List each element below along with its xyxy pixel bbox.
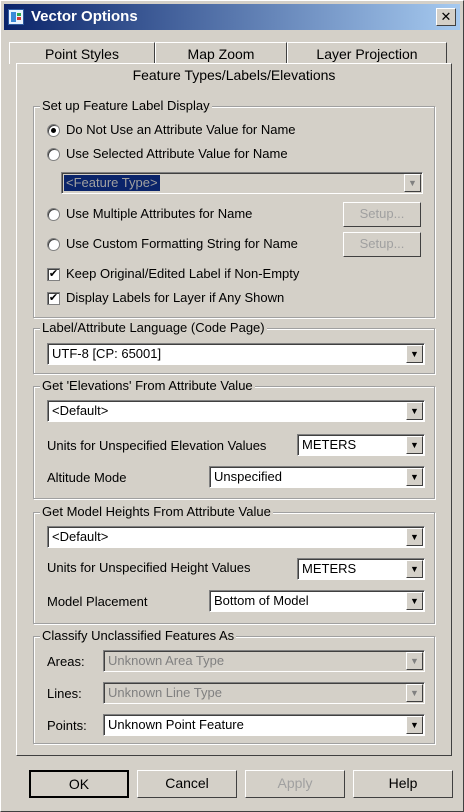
label-attribute-combo[interactable]: <Feature Type> ▼ (61, 172, 423, 194)
radio-multiple-attributes-label: Use Multiple Attributes for Name (66, 206, 253, 221)
tab-point-styles[interactable]: Point Styles (9, 42, 155, 64)
radio-custom-format-label: Use Custom Formatting String for Name (66, 236, 298, 251)
chevron-down-icon[interactable]: ▼ (406, 716, 423, 734)
elevation-attribute-select[interactable]: <Default> ▼ (47, 400, 425, 422)
model-heights-group-title: Get Model Heights From Attribute Value (40, 504, 273, 520)
model-placement-value: Bottom of Model (214, 593, 309, 608)
model-height-attribute-value: <Default> (52, 529, 109, 544)
language-group-title: Label/Attribute Language (Code Page) (40, 320, 267, 336)
setup-multiple-button[interactable]: Setup... (343, 202, 421, 227)
title-bar[interactable]: Vector Options ✕ (4, 4, 460, 30)
close-button[interactable]: ✕ (436, 8, 456, 26)
model-placement-select[interactable]: Bottom of Model ▼ (209, 590, 425, 612)
radio-custom-format[interactable] (47, 238, 60, 251)
setup-custom-button[interactable]: Setup... (343, 232, 421, 257)
areas-select[interactable]: Unknown Area Type ▼ (103, 650, 425, 672)
radio-no-attribute-label: Do Not Use an Attribute Value for Name (66, 122, 296, 137)
elevation-units-value: METERS (302, 437, 357, 452)
radio-multiple-attributes[interactable] (47, 208, 60, 221)
elevation-attribute-value: <Default> (52, 403, 109, 418)
chevron-down-icon[interactable]: ▼ (406, 402, 423, 420)
chevron-down-icon[interactable]: ▼ (406, 468, 423, 486)
chevron-down-icon[interactable]: ▼ (404, 174, 421, 192)
apply-button[interactable]: Apply (245, 770, 345, 798)
chevron-down-icon[interactable]: ▼ (406, 684, 423, 702)
elevation-units-select[interactable]: METERS ▼ (297, 434, 425, 456)
radio-no-attribute[interactable] (47, 124, 60, 137)
classify-group-title: Classify Unclassified Features As (40, 628, 237, 644)
app-icon (8, 9, 24, 25)
tab-feature-types-labels-elevations[interactable]: Feature Types/Labels/Elevations (16, 63, 452, 87)
points-label: Points: (47, 718, 87, 733)
points-value: Unknown Point Feature (108, 717, 244, 732)
label-display-group-title: Set up Feature Label Display (40, 98, 212, 114)
areas-label: Areas: (47, 654, 85, 669)
keep-original-label: Keep Original/Edited Label if Non-Empty (66, 266, 300, 281)
radio-selected-attribute[interactable] (47, 148, 60, 161)
altitude-mode-label: Altitude Mode (47, 470, 127, 485)
chevron-down-icon[interactable]: ▼ (406, 345, 423, 363)
tab-layer-projection[interactable]: Layer Projection (287, 42, 447, 64)
lines-select[interactable]: Unknown Line Type ▼ (103, 682, 425, 704)
altitude-mode-select[interactable]: Unspecified ▼ (209, 466, 425, 488)
label-attribute-value: <Feature Type> (64, 175, 160, 191)
cancel-button[interactable]: Cancel (137, 770, 237, 798)
model-placement-label: Model Placement (47, 594, 148, 609)
lines-label: Lines: (47, 686, 82, 701)
height-units-label: Units for Unspecified Height Values (47, 560, 251, 575)
chevron-down-icon[interactable]: ▼ (406, 592, 423, 610)
tab-map-zoom[interactable]: Map Zoom (155, 42, 287, 64)
vector-options-dialog: Vector Options ✕ Point Styles Map Zoom L… (0, 0, 464, 812)
code-page-value: UTF-8 [CP: 65001] (52, 346, 162, 361)
height-units-value: METERS (302, 561, 357, 576)
help-button[interactable]: Help (353, 770, 453, 798)
chevron-down-icon[interactable]: ▼ (406, 652, 423, 670)
altitude-mode-value: Unspecified (214, 469, 282, 484)
elevation-units-label: Units for Unspecified Elevation Values (47, 438, 267, 453)
points-select[interactable]: Unknown Point Feature ▼ (103, 714, 425, 736)
display-labels-checkbox[interactable]: ✔ (47, 292, 60, 305)
radio-selected-attribute-label: Use Selected Attribute Value for Name (66, 146, 288, 161)
display-labels-label: Display Labels for Layer if Any Shown (66, 290, 285, 305)
chevron-down-icon[interactable]: ▼ (406, 560, 423, 578)
chevron-down-icon[interactable]: ▼ (406, 436, 423, 454)
keep-original-checkbox[interactable]: ✔ (47, 268, 60, 281)
model-height-attribute-select[interactable]: <Default> ▼ (47, 526, 425, 548)
code-page-select[interactable]: UTF-8 [CP: 65001] ▼ (47, 343, 425, 365)
areas-value: Unknown Area Type (108, 653, 225, 668)
ok-button[interactable]: OK (29, 770, 129, 798)
window-title: Vector Options (31, 8, 138, 25)
height-units-select[interactable]: METERS ▼ (297, 558, 425, 580)
elevations-group-title: Get 'Elevations' From Attribute Value (40, 378, 255, 394)
lines-value: Unknown Line Type (108, 685, 222, 700)
chevron-down-icon[interactable]: ▼ (406, 528, 423, 546)
